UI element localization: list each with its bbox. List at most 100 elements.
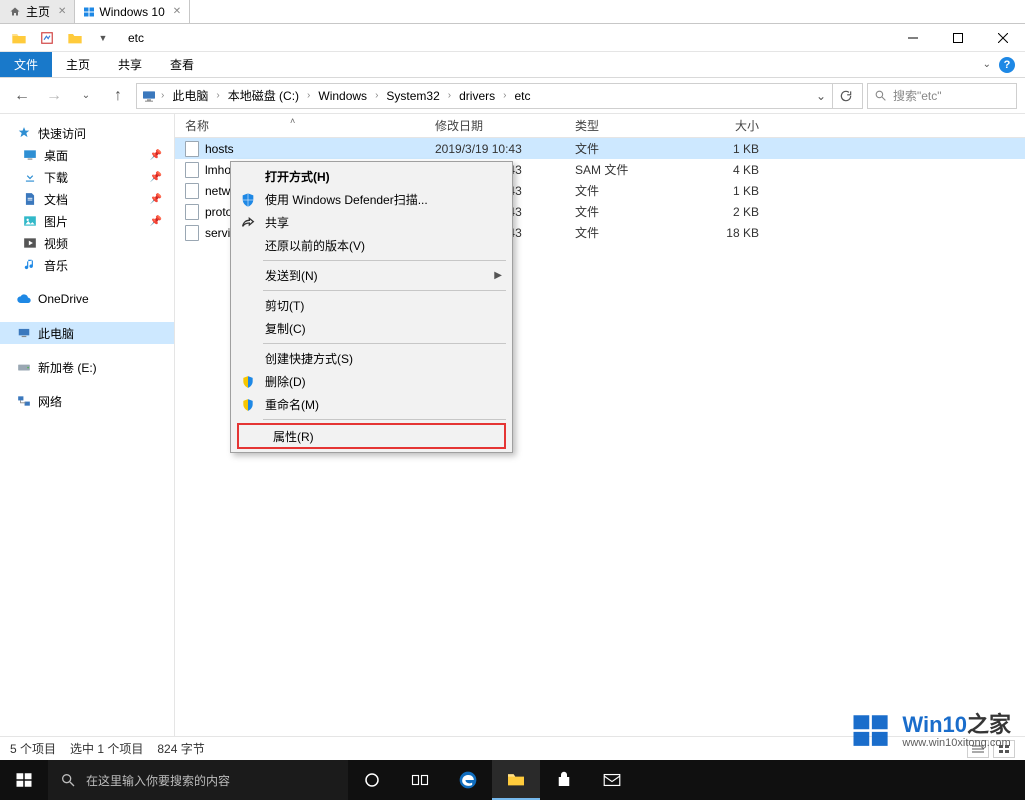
ribbon-tab-share[interactable]: 共享 xyxy=(104,52,156,77)
nav-desktop[interactable]: 桌面 📌 xyxy=(0,144,174,166)
ctx-copy[interactable]: 复制(C) xyxy=(231,317,512,340)
maximize-button[interactable] xyxy=(935,24,980,52)
chevron-right-icon[interactable]: › xyxy=(373,90,380,101)
status-bytes: 824 字节 xyxy=(157,740,204,757)
nav-label: 文档 xyxy=(44,191,68,208)
status-count: 5 个项目 xyxy=(10,740,56,757)
host-tab-home[interactable]: 主页 ✕ xyxy=(0,0,75,23)
chevron-right-icon[interactable]: › xyxy=(159,90,166,101)
addr-seg-3[interactable]: System32 xyxy=(382,84,443,108)
chevron-right-icon[interactable]: › xyxy=(214,90,221,101)
minimize-button[interactable] xyxy=(890,24,935,52)
search-input[interactable]: 搜索"etc" xyxy=(867,83,1017,109)
window-titlebar: ▼ etc xyxy=(0,24,1025,52)
chevron-right-icon[interactable]: › xyxy=(446,90,453,101)
ctx-cut[interactable]: 剪切(T) xyxy=(231,294,512,317)
addr-seg-0[interactable]: 此电脑 xyxy=(168,84,212,108)
host-tab-win10[interactable]: Windows 10 ✕ xyxy=(75,0,190,23)
taskbar-search-placeholder: 在这里输入你要搜索的内容 xyxy=(86,772,230,789)
taskbar-cortana[interactable] xyxy=(348,760,396,800)
context-menu: 打开方式(H) 使用 Windows Defender扫描... 共享 还原以前… xyxy=(230,161,513,453)
ctx-defender-scan[interactable]: 使用 Windows Defender扫描... xyxy=(231,188,512,211)
ctx-delete[interactable]: 删除(D) xyxy=(231,370,512,393)
nav-new-volume[interactable]: 新加卷 (E:) xyxy=(0,356,174,378)
nav-onedrive[interactable]: OneDrive xyxy=(0,288,174,310)
nav-music[interactable]: 音乐 xyxy=(0,254,174,276)
search-icon xyxy=(874,89,887,102)
file-size: 4 KB xyxy=(705,163,765,177)
folder-icon xyxy=(8,27,30,49)
addr-seg-5[interactable]: etc xyxy=(510,84,534,108)
cloud-icon xyxy=(16,291,32,307)
addr-seg-2[interactable]: Windows xyxy=(314,84,371,108)
nav-label: 下载 xyxy=(44,169,68,186)
host-tabs: 主页 ✕ Windows 10 ✕ xyxy=(0,0,1025,24)
nav-up-button[interactable]: ↑ xyxy=(104,82,132,110)
close-icon[interactable]: ✕ xyxy=(58,6,66,17)
ctx-send-to[interactable]: 发送到(N) ▶ xyxy=(231,264,512,287)
ctx-separator xyxy=(263,419,506,420)
shield-icon xyxy=(239,191,257,209)
qat-properties-button[interactable] xyxy=(36,27,58,49)
nav-pictures[interactable]: 图片 📌 xyxy=(0,210,174,232)
ribbon-tab-home[interactable]: 主页 xyxy=(52,52,104,77)
taskbar-store[interactable] xyxy=(540,760,588,800)
host-tab-win10-label: Windows 10 xyxy=(99,5,164,19)
taskbar-edge[interactable] xyxy=(444,760,492,800)
nav-back-button[interactable]: ← xyxy=(8,82,36,110)
ctx-label: 剪切(T) xyxy=(265,297,304,314)
blank-icon xyxy=(247,427,265,445)
ctx-open-with[interactable]: 打开方式(H) xyxy=(231,165,512,188)
ctx-rename[interactable]: 重命名(M) xyxy=(231,393,512,416)
refresh-button[interactable] xyxy=(832,84,858,108)
ctx-label: 打开方式(H) xyxy=(265,168,330,185)
close-icon[interactable]: ✕ xyxy=(173,6,181,17)
chevron-right-icon[interactable]: › xyxy=(305,90,312,101)
addr-seg-1[interactable]: 本地磁盘 (C:) xyxy=(224,84,303,108)
addr-history-dropdown[interactable]: ⌄ xyxy=(810,89,832,103)
col-date[interactable]: 修改日期 xyxy=(435,117,575,134)
taskbar-explorer[interactable] xyxy=(492,760,540,800)
windows-logo-icon xyxy=(850,710,892,752)
nav-documents[interactable]: 文档 📌 xyxy=(0,188,174,210)
nav-quick-access[interactable]: 快速访问 xyxy=(0,122,174,144)
nav-network[interactable]: 网络 xyxy=(0,390,174,412)
pin-icon: 📌 xyxy=(150,172,162,183)
nav-downloads[interactable]: 下载 📌 xyxy=(0,166,174,188)
chevron-right-icon[interactable]: › xyxy=(501,90,508,101)
star-icon xyxy=(16,125,32,141)
address-bar[interactable]: › 此电脑 › 本地磁盘 (C:) › Windows › System32 ›… xyxy=(136,83,863,109)
taskbar: 在这里输入你要搜索的内容 xyxy=(0,760,1025,800)
col-size[interactable]: 大小 xyxy=(705,117,765,134)
ctx-create-shortcut[interactable]: 创建快捷方式(S) xyxy=(231,347,512,370)
ctx-properties[interactable]: 属性(R) xyxy=(239,425,504,447)
ribbon-tab-view[interactable]: 查看 xyxy=(156,52,208,77)
taskbar-taskview[interactable] xyxy=(396,760,444,800)
nav-recent-dropdown[interactable]: ⌄ xyxy=(72,82,100,110)
file-row[interactable]: hosts 2019/3/19 10:43 文件 1 KB xyxy=(175,138,1025,159)
video-icon xyxy=(22,235,38,251)
nav-forward-button[interactable]: → xyxy=(40,82,68,110)
ribbon-tab-file[interactable]: 文件 xyxy=(0,52,52,77)
qat-newfolder-button[interactable] xyxy=(64,27,86,49)
ctx-separator xyxy=(263,260,506,261)
nav-this-pc[interactable]: 此电脑 xyxy=(0,322,174,344)
uac-shield-icon xyxy=(239,373,257,391)
file-icon xyxy=(185,225,199,241)
start-button[interactable] xyxy=(0,760,48,800)
col-name[interactable]: 名称 ˄ xyxy=(175,117,435,134)
file-type: 文件 xyxy=(575,182,705,199)
file-date: 2019/3/19 10:43 xyxy=(435,142,575,156)
col-type[interactable]: 类型 xyxy=(575,117,705,134)
addr-seg-4[interactable]: drivers xyxy=(455,84,499,108)
taskbar-mail[interactable] xyxy=(588,760,636,800)
window-title: etc xyxy=(128,31,144,45)
nav-videos[interactable]: 视频 xyxy=(0,232,174,254)
ctx-share[interactable]: 共享 xyxy=(231,211,512,234)
ribbon-expand-icon[interactable]: ⌄ xyxy=(983,59,991,70)
help-icon[interactable]: ? xyxy=(999,57,1015,73)
close-button[interactable] xyxy=(980,24,1025,52)
qat-dropdown[interactable]: ▼ xyxy=(92,27,114,49)
ctx-restore-previous[interactable]: 还原以前的版本(V) xyxy=(231,234,512,257)
taskbar-search[interactable]: 在这里输入你要搜索的内容 xyxy=(48,760,348,800)
